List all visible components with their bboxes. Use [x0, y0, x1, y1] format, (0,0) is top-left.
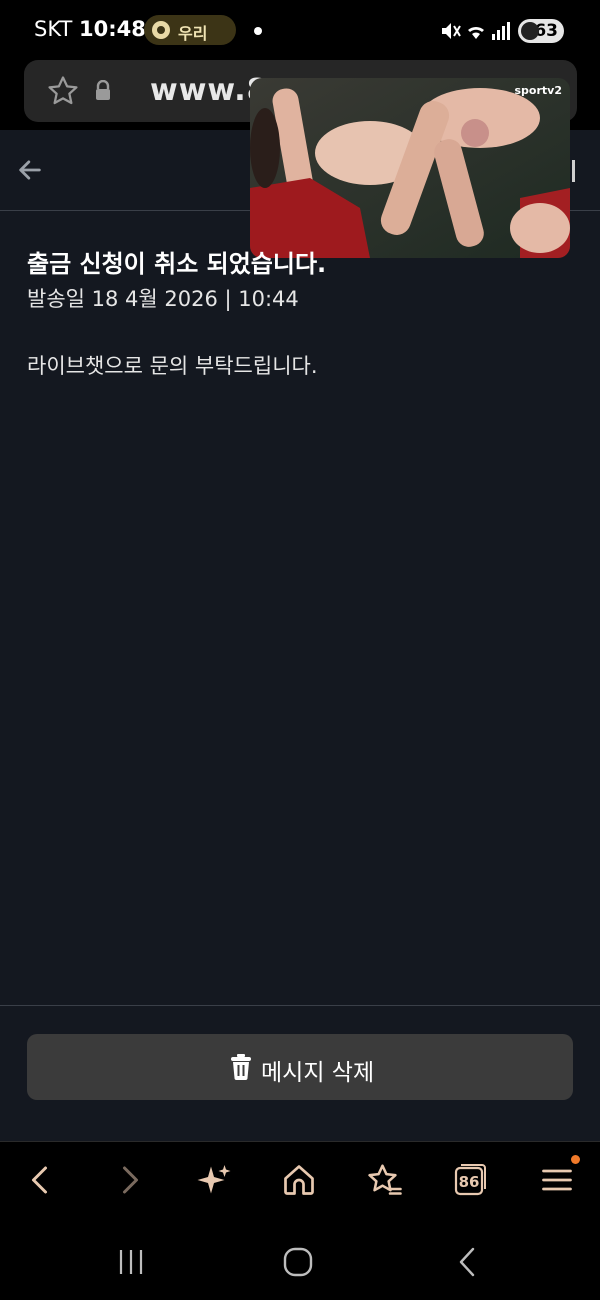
tabs-count: 86 — [458, 1173, 480, 1191]
browser-forward-icon[interactable] — [111, 1162, 147, 1198]
delete-message-button[interactable]: 메시지 삭제 — [27, 1034, 573, 1100]
bank-notification-pill[interactable]: 우리 — [144, 15, 236, 45]
video-frame — [250, 78, 570, 258]
home-nav-icon[interactable] — [280, 1244, 316, 1280]
section-divider — [0, 1005, 600, 1006]
menu-notification-dot — [571, 1155, 580, 1164]
browser-toolbar: 86 — [0, 1141, 600, 1222]
status-bar: SKT 10:48 우리 63 — [0, 0, 600, 60]
delete-message-label: 메시지 삭제 — [261, 1060, 375, 1086]
floating-video-player[interactable]: sportv2 — [250, 78, 570, 258]
recent-apps-icon[interactable] — [113, 1244, 149, 1280]
notification-dot-icon — [254, 27, 262, 35]
back-nav-icon[interactable] — [450, 1244, 486, 1280]
clock: 10:48 — [79, 17, 146, 41]
menu-icon[interactable] — [539, 1162, 575, 1198]
lock-icon — [96, 80, 110, 100]
bookmark-star-icon[interactable] — [46, 74, 80, 108]
bookmarks-icon[interactable] — [366, 1162, 402, 1198]
bank-app-icon — [152, 21, 170, 39]
signal-wifi-mute-icons — [442, 22, 510, 40]
system-navigation-bar — [0, 1222, 600, 1300]
tabs-button[interactable]: 86 — [452, 1162, 488, 1198]
home-icon[interactable] — [281, 1162, 317, 1198]
pill-label: 우리 — [178, 24, 208, 43]
battery-indicator: 63 — [518, 19, 564, 43]
trash-icon — [231, 1054, 251, 1080]
broadcaster-logo: sportv2 — [514, 84, 563, 97]
message-title: 출금 신청이 취소 되었습니다. — [27, 250, 327, 278]
carrier-label: SKT — [34, 17, 73, 41]
message-body: 라이브챗으로 문의 부탁드립니다. — [27, 354, 318, 378]
header-divider — [572, 160, 575, 182]
battery-bolt-icon — [521, 22, 539, 40]
sparkle-ai-icon[interactable] — [196, 1162, 232, 1198]
back-arrow-icon[interactable] — [16, 156, 44, 184]
message-sent-date: 발송일 18 4월 2026 | 10:44 — [27, 287, 299, 311]
browser-back-icon[interactable] — [23, 1162, 59, 1198]
